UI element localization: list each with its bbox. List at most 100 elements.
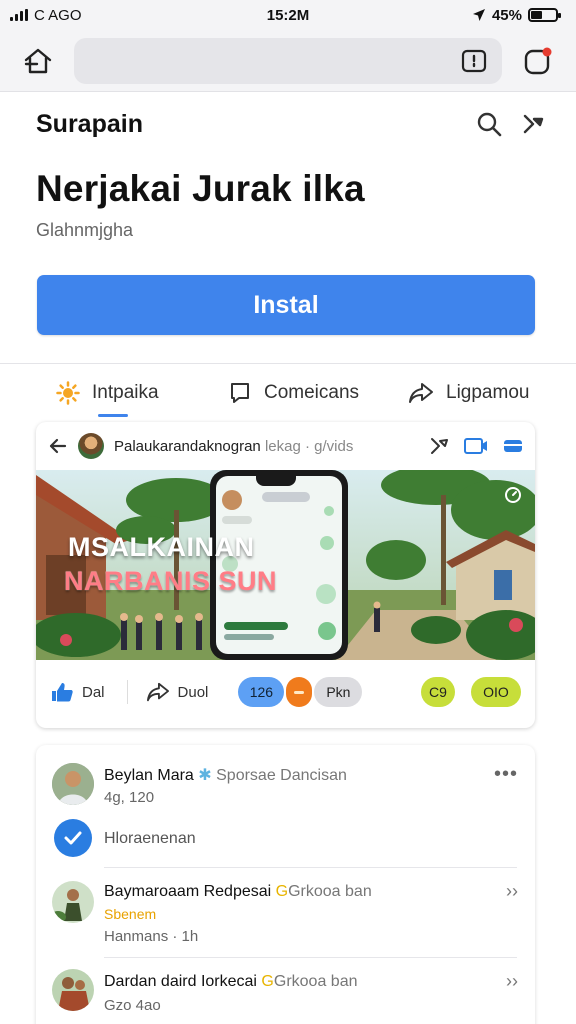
search-button[interactable]	[476, 111, 502, 137]
tab-bar: Intpaika Comeicans Ligpamou	[0, 368, 576, 418]
comment-tag: Grkooa ban	[273, 973, 358, 990]
media-title-line1: MSALKAINAN	[68, 532, 255, 562]
comment-tag: Sporsae Dancisan	[211, 767, 347, 784]
comment-author: Dardan daird Iorkecai GGrkooa ban	[104, 973, 357, 991]
back-button[interactable]	[48, 436, 68, 456]
comment-highlight: Sbenem	[104, 906, 157, 922]
badge-icon: G	[275, 883, 289, 900]
author-name: Beylan Mara	[104, 767, 194, 784]
tab-share[interactable]: Ligpamou	[408, 371, 529, 415]
post-meta: lekag · g/vids	[260, 437, 354, 455]
share-button[interactable]	[520, 111, 546, 137]
post-card: Palaukarandaknogran lekag · g/vids MSALK…	[36, 422, 535, 728]
arrow-left-icon	[49, 438, 67, 454]
comment-item[interactable]: Baymaroaam Redpesai GGrkooa ban Sbenem H…	[52, 881, 522, 951]
home-icon	[24, 48, 52, 73]
card-icon	[504, 440, 522, 452]
browser-toolbar	[0, 30, 576, 92]
comments-card: Beylan Mara ✱ Sporsae Dancisan 4g, 120 •…	[36, 745, 535, 1024]
avatar[interactable]	[52, 969, 94, 1011]
battery-icon	[528, 8, 561, 22]
tab-label: Ligpamou	[446, 382, 530, 403]
pin-icon	[431, 438, 448, 454]
divider	[104, 867, 517, 868]
media-title-line2: NARBANIS SUN	[64, 566, 278, 596]
header-title: Surapain	[36, 109, 143, 138]
share-label: Duol	[177, 683, 209, 701]
more-options-button[interactable]: •••	[494, 763, 518, 786]
sparkle-icon: ✱	[198, 767, 212, 784]
tab-info[interactable]: Intpaika	[56, 371, 159, 415]
phone-mockup	[210, 470, 348, 660]
badge-gray[interactable]: Pkn	[314, 677, 363, 707]
video-button[interactable]	[463, 436, 489, 456]
timer-icon	[505, 487, 521, 503]
author-name[interactable]: Palaukarandaknogran	[114, 438, 261, 455]
verified-label: Hloraenenan	[104, 830, 196, 847]
expand-button[interactable]: ››	[506, 971, 518, 992]
comment-tag: Grkooa ban	[288, 883, 372, 900]
divider	[0, 363, 576, 364]
post-header: Palaukarandaknogran lekag · g/vids	[36, 422, 535, 470]
carrier-label: C AGO	[34, 6, 82, 24]
badge-value: 126	[249, 684, 274, 700]
signal-icon	[10, 9, 28, 21]
tab-comments[interactable]: Comeicans	[228, 371, 359, 415]
like-label: Dal	[82, 683, 105, 701]
pin-button[interactable]	[429, 436, 449, 456]
chevron-right-icon: ››	[506, 971, 518, 991]
comment-item[interactable]: Beylan Mara ✱ Sporsae Dancisan 4g, 120 •…	[52, 763, 522, 823]
badge-value: Pkn	[326, 684, 351, 700]
more-icon: •••	[493, 763, 518, 785]
post-actions: Dal Duol 126 Pkn C9 OIO	[36, 670, 535, 714]
app-header: Surapain	[36, 104, 546, 144]
post-media-image[interactable]: MSALKAINAN NARBANIS SUN	[36, 470, 535, 660]
tab-label: Comeicans	[264, 382, 360, 403]
tab-switcher-button[interactable]	[460, 47, 488, 75]
comment-meta: Gzo 4ao	[104, 997, 161, 1014]
comment-meta: 4g, 120	[104, 789, 155, 806]
expand-button[interactable]: ››	[506, 881, 518, 902]
share-action-button[interactable]: Duol	[146, 681, 209, 703]
pin-icon	[523, 114, 544, 134]
battery-percent: 45%	[491, 6, 522, 24]
avatar[interactable]	[78, 433, 104, 459]
badge-icon: G	[261, 973, 274, 990]
post-author: Palaukarandaknogran lekag · g/vids	[114, 438, 419, 455]
avatar[interactable]	[52, 881, 94, 923]
minus-icon	[294, 690, 305, 694]
search-icon	[477, 112, 502, 137]
tab-switcher-icon	[461, 49, 487, 72]
like-button[interactable]: Dal	[50, 681, 105, 703]
tab-label: Intpaika	[92, 382, 159, 403]
comment-item[interactable]: Dardan daird Iorkecai GGrkooa ban Gzo 4a…	[52, 969, 522, 1024]
comment-icon	[231, 383, 249, 403]
thumbs-up-icon	[52, 683, 73, 702]
address-bar[interactable]	[74, 37, 502, 84]
notification-button[interactable]	[516, 39, 560, 83]
share-icon	[409, 383, 433, 403]
card-button[interactable]	[503, 438, 523, 454]
comment-author: Baymaroaam Redpesai GGrkooa ban	[104, 883, 372, 901]
check-circle-icon	[54, 819, 92, 857]
badge-orange[interactable]	[286, 677, 313, 707]
badge-lime-2[interactable]: OIO	[471, 677, 521, 707]
notification-icon	[524, 47, 552, 74]
timer-button[interactable]	[503, 484, 523, 504]
count-badge-blue[interactable]: 126	[238, 677, 285, 707]
author-name: Baymaroaam Redpesai	[104, 883, 272, 900]
developer-name[interactable]: Glahnmjgha	[36, 220, 133, 241]
install-button[interactable]: Instal	[37, 275, 535, 335]
avatar[interactable]	[52, 763, 94, 805]
divider	[104, 957, 517, 958]
comment-meta: Hanmans · 1h	[104, 928, 199, 945]
location-icon	[472, 9, 485, 21]
sun-icon	[56, 381, 80, 405]
app-name: Nerjakai Jurak ilka	[36, 168, 365, 209]
chevron-right-icon: ››	[506, 881, 518, 901]
home-button[interactable]	[16, 39, 60, 83]
badge-lime-1[interactable]: C9	[421, 677, 455, 707]
verified-row[interactable]: Hloraenenan	[52, 819, 522, 859]
comment-author: Beylan Mara ✱ Sporsae Dancisan	[104, 765, 347, 785]
status-bar: C AGO 15:2M 45%	[0, 0, 576, 30]
